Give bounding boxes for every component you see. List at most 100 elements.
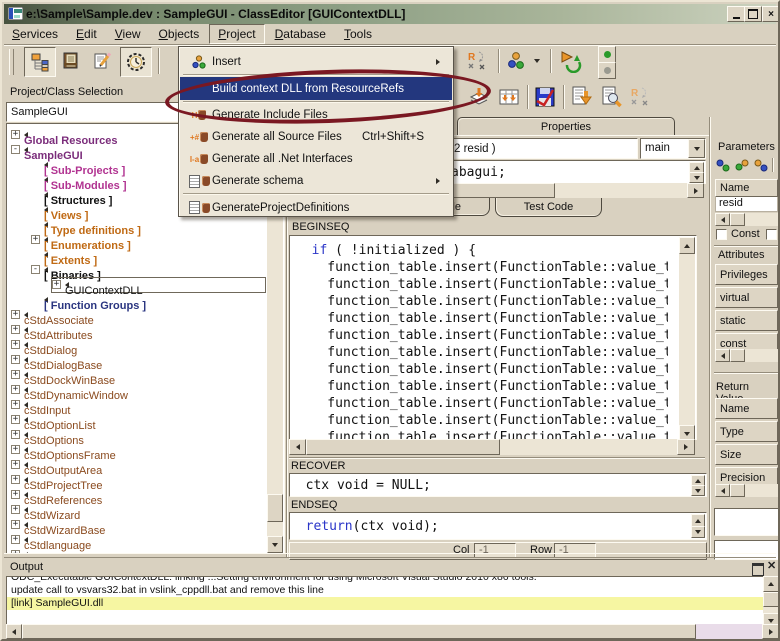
scroll-up-button[interactable]: [763, 576, 779, 592]
param-grid-cell[interactable]: resid: [715, 197, 778, 212]
output-splitter[interactable]: [4, 553, 776, 558]
expand-icon[interactable]: +: [11, 505, 20, 514]
scroll-thumb[interactable]: [763, 592, 779, 607]
expand-icon[interactable]: +: [11, 475, 20, 484]
output-line[interactable]: update call to vsvars32.bat in vslink_cp…: [7, 584, 764, 597]
expand-icon[interactable]: +: [11, 325, 20, 334]
tree-item-cstdattributes[interactable]: +cStdAttributes: [7, 322, 266, 337]
const-checkbox[interactable]: [716, 229, 727, 240]
insert-objects-dropdown[interactable]: [530, 48, 544, 74]
menu-item-generate-all-net-interfaces[interactable]: I-aGenerate all .Net Interfaces: [180, 148, 452, 170]
tree-item-cstdreferences[interactable]: +cStdReferences: [7, 487, 266, 502]
scroll-left-button[interactable]: [6, 624, 22, 639]
scroll-down-button[interactable]: [679, 425, 695, 440]
menu-item-generate-all-source-files[interactable]: +#Generate all Source FilesCtrl+Shift+S: [180, 126, 452, 148]
dock-icon[interactable]: [752, 563, 764, 576]
menubar-item-services[interactable]: Services: [4, 25, 66, 43]
menubar-item-edit[interactable]: Edit: [68, 25, 105, 43]
tree-item-binaries[interactable]: -[ Binaries ]: [7, 262, 266, 277]
scope-combo-dropdown[interactable]: [688, 139, 705, 158]
param-grid-header[interactable]: Name: [715, 179, 778, 197]
tree-item-cstdassociate[interactable]: +cStdAssociate: [7, 307, 266, 322]
scroll-right-button[interactable]: [677, 439, 695, 455]
expand-icon[interactable]: +: [11, 340, 20, 349]
menu-item-generateprojectdefinitions[interactable]: GenerateProjectDefinitions: [180, 196, 452, 219]
expand-icon[interactable]: +: [11, 355, 20, 364]
code-editor[interactable]: if ( !initialized ) { function_table.ins…: [289, 235, 697, 440]
collapse-icon[interactable]: -: [11, 145, 20, 154]
menu-item-generate-schema[interactable]: Generate schema: [180, 170, 452, 192]
collapse-icon[interactable]: -: [31, 265, 40, 274]
expand-icon[interactable]: +: [11, 430, 20, 439]
tree-item-cstdwizard[interactable]: +cStdWizard: [7, 502, 266, 517]
param-delete-icon[interactable]: [753, 158, 769, 178]
inspect-document-button[interactable]: [598, 84, 624, 110]
edit-document-button[interactable]: [88, 47, 118, 75]
insert-objects-button[interactable]: [504, 48, 530, 74]
output-close-icon[interactable]: ✕: [767, 559, 776, 572]
expand-icon[interactable]: +: [11, 520, 20, 529]
scroll-down-button[interactable]: [267, 536, 283, 553]
endseq-field[interactable]: return(ctx void);: [289, 512, 707, 540]
expand-icon[interactable]: +: [11, 460, 20, 469]
spin-down-button[interactable]: [691, 485, 705, 496]
scroll-left-button[interactable]: [715, 349, 730, 362]
expand-icon[interactable]: +: [11, 490, 20, 499]
refresh-references-button[interactable]: R: [465, 48, 491, 74]
menubar-item-database[interactable]: Database: [267, 25, 334, 43]
splitter[interactable]: [709, 117, 711, 557]
scope-combo[interactable]: main: [640, 138, 706, 159]
tree-item-cstdoutputarea[interactable]: +cStdOutputArea: [7, 457, 266, 472]
expand-icon[interactable]: +: [11, 415, 20, 424]
scroll-track[interactable]: [696, 624, 762, 639]
scroll-thumb[interactable]: [22, 624, 696, 639]
menubar-item-tools[interactable]: Tools: [336, 25, 380, 43]
tree-item-cstddialog[interactable]: +cStdDialog: [7, 337, 266, 352]
maximize-button[interactable]: [744, 6, 762, 22]
run-button[interactable]: [556, 48, 586, 74]
scroll-left-button[interactable]: [715, 484, 730, 497]
close-button[interactable]: ×: [762, 6, 780, 22]
attribute-row-static[interactable]: static: [715, 310, 778, 331]
scroll-thumb[interactable]: [730, 349, 745, 362]
refresh-disabled-button[interactable]: R: [628, 84, 654, 110]
title-bar[interactable]: e:\Sample\Sample.dev : SampleGUI - Class…: [4, 4, 776, 24]
menubar-item-view[interactable]: View: [107, 25, 149, 43]
output-line[interactable]: ODC_Executable GUIContextDLL: linking ..…: [7, 576, 764, 584]
scroll-thumb[interactable]: [306, 439, 500, 455]
tree-item-cstdwizardbase[interactable]: +cStdWizardBase: [7, 517, 266, 532]
expand-icon[interactable]: +: [11, 310, 20, 319]
scroll-thumb[interactable]: [267, 494, 283, 522]
scroll-thumb[interactable]: [730, 213, 745, 226]
expand-icon[interactable]: +: [52, 280, 61, 289]
attributes-hscrollbar[interactable]: [715, 349, 778, 362]
return-hscrollbar[interactable]: [715, 484, 778, 497]
second-checkbox[interactable]: [766, 229, 777, 240]
output-list[interactable]: ODC_Executable GUIContextDLL: linking ..…: [6, 576, 765, 625]
tree-item-enumerations[interactable]: +[ Enumerations ]: [7, 232, 266, 247]
code-hscrollbar[interactable]: [289, 439, 695, 455]
class-tree-button[interactable]: [24, 47, 56, 77]
history-clock-button[interactable]: [120, 47, 152, 77]
expand-icon[interactable]: +: [11, 535, 20, 544]
recover-field[interactable]: ctx void = NULL;: [289, 473, 707, 497]
return-name-field[interactable]: [714, 508, 780, 536]
return-row-name[interactable]: Name: [715, 398, 778, 419]
tree-item-cstddialogbase[interactable]: +cStdDialogBase: [7, 352, 266, 367]
param-insert-icon[interactable]: [734, 158, 750, 178]
expand-icon[interactable]: +: [11, 385, 20, 394]
menubar-item-objects[interactable]: Objects: [151, 25, 208, 43]
generate-document-button[interactable]: [568, 84, 594, 110]
return-row-size[interactable]: Size: [715, 444, 778, 465]
expand-icon[interactable]: +: [31, 235, 40, 244]
scroll-thumb[interactable]: [730, 484, 745, 497]
scroll-right-button[interactable]: [762, 624, 779, 639]
tree-item-cstdoptions[interactable]: +cStdOptions: [7, 427, 266, 442]
menubar-item-project[interactable]: Project: [209, 24, 264, 44]
minimize-button[interactable]: [727, 6, 745, 22]
spin-down-button[interactable]: [689, 172, 704, 183]
expand-icon[interactable]: +: [11, 445, 20, 454]
expand-icon[interactable]: +: [11, 130, 20, 139]
param-add-icon[interactable]: [715, 158, 731, 178]
tab-properties[interactable]: Properties: [457, 117, 675, 136]
